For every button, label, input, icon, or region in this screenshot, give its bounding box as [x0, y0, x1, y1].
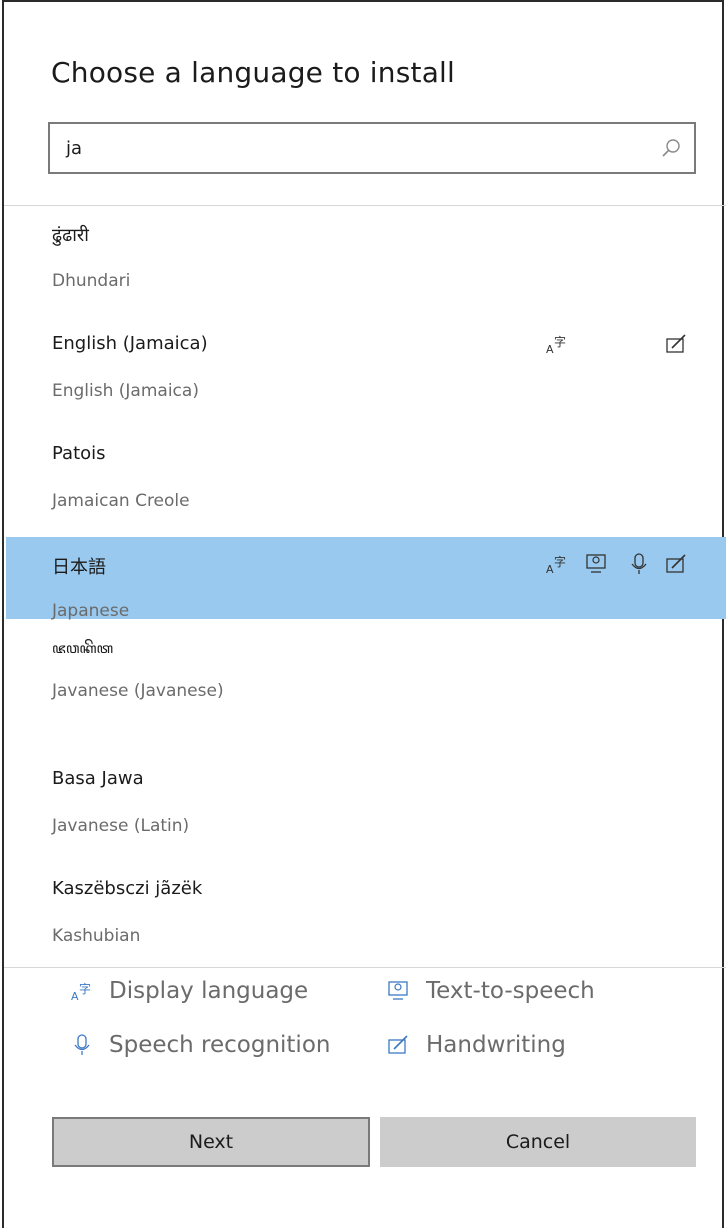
handwriting-icon [666, 554, 686, 573]
list-item[interactable]: Basa Jawa Javanese (Latin) [6, 752, 726, 836]
list-item-selected[interactable]: 日本語 Japanese A 字 [6, 537, 726, 621]
svg-text:字: 字 [554, 334, 566, 349]
language-native-name: Basa Jawa [52, 768, 144, 789]
list-item[interactable]: ꦗꦮꦏꦼꦠ Javanese (Javanese) [6, 617, 726, 701]
display-language-icon: A 字 [71, 981, 91, 1003]
legend-label: Handwriting [426, 1032, 566, 1058]
language-native-name: ढुंढारी [52, 225, 89, 246]
svg-text:字: 字 [554, 554, 566, 569]
svg-text:字: 字 [79, 981, 91, 996]
display-language-icon: A 字 [546, 554, 566, 576]
list-item[interactable]: English (Jamaica) English (Jamaica) A 字 [6, 317, 726, 401]
dialog-title: Choose a language to install [51, 56, 456, 89]
handwriting-icon [666, 334, 686, 353]
handwriting-icon [388, 1035, 408, 1054]
legend-speech-recognition: Speech recognition [69, 1032, 330, 1058]
language-native-name: 日本語 [52, 557, 106, 578]
language-english-name: Kashubian [52, 926, 141, 946]
legend-handwriting: Handwriting [386, 1032, 566, 1058]
language-english-name: Jamaican Creole [52, 491, 190, 511]
language-install-dialog: Choose a language to install ja ढुंढारी … [2, 0, 726, 1228]
top-divider [4, 205, 726, 206]
speech-recognition-icon [631, 553, 647, 574]
svg-text:A: A [546, 343, 554, 356]
svg-text:A: A [546, 563, 554, 576]
language-native-name: ꦗꦮꦏꦼꦠ [52, 641, 114, 657]
language-english-name: English (Jamaica) [52, 381, 199, 401]
legend-text-to-speech: Text-to-speech [386, 978, 595, 1004]
legend-display-language: A 字 Display language [69, 978, 308, 1004]
language-native-name: Kaszëbsczi jãzëk [52, 878, 203, 899]
language-native-name: English (Jamaica) [52, 333, 208, 354]
legend-label: Display language [109, 978, 309, 1004]
legend-label: Text-to-speech [426, 978, 595, 1004]
next-button[interactable]: Next [52, 1117, 370, 1167]
legend-label: Speech recognition [109, 1032, 331, 1058]
text-to-speech-icon [388, 981, 408, 1000]
search-input[interactable]: ja [66, 138, 82, 159]
text-to-speech-icon [586, 554, 606, 573]
display-language-icon: A 字 [546, 334, 566, 356]
speech-recognition-icon [74, 1034, 90, 1055]
bottom-divider [4, 967, 726, 968]
list-item[interactable]: Kaszëbsczi jãzëk Kashubian [6, 862, 726, 946]
cancel-button[interactable]: Cancel [380, 1117, 696, 1167]
language-english-name: Dhundari [52, 271, 131, 291]
list-item[interactable]: ढुंढारी Dhundari [6, 207, 726, 291]
language-native-name: Patois [52, 443, 106, 464]
search-box[interactable]: ja [48, 122, 696, 174]
search-icon[interactable] [660, 137, 682, 159]
svg-text:A: A [71, 990, 79, 1003]
language-english-name: Javanese (Javanese) [52, 681, 224, 701]
list-item[interactable]: Patois Jamaican Creole [6, 427, 726, 511]
language-list[interactable]: ढुंढारी Dhundari English (Jamaica) Engli… [6, 207, 726, 967]
language-english-name: Javanese (Latin) [52, 816, 190, 836]
